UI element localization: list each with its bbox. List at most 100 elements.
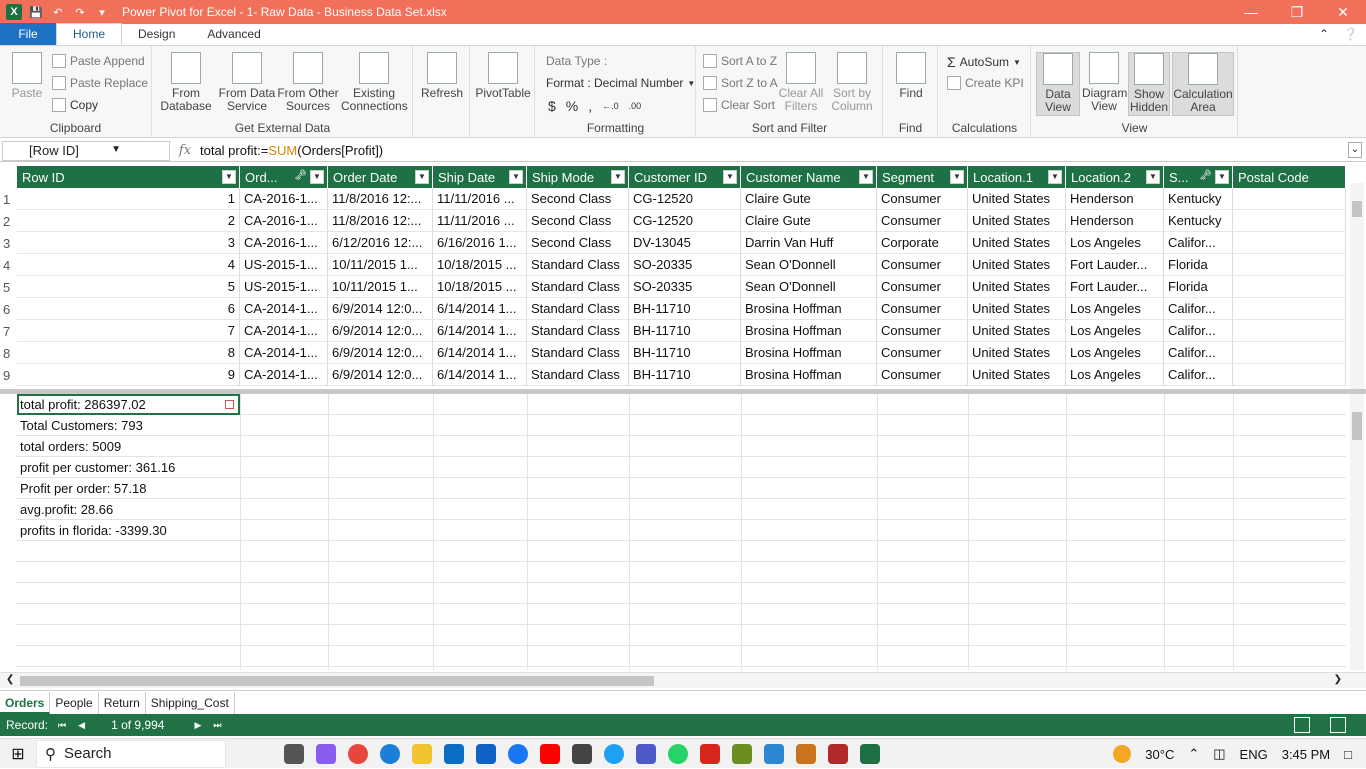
table-cell[interactable] [1233, 364, 1346, 386]
table-cell[interactable]: Consumer [877, 320, 968, 342]
next-record-icon[interactable]: ▶ [194, 720, 201, 731]
function-icon[interactable]: fx [170, 143, 200, 158]
table-cell[interactable]: Claire Gute [741, 188, 877, 210]
column-header-order-date[interactable]: Order Date ▼ [328, 166, 433, 188]
table-cell[interactable]: 11/11/2016 ... [433, 210, 527, 232]
row-number[interactable]: 1 [0, 192, 17, 207]
table-cell[interactable]: 6/9/2014 12:0... [328, 298, 433, 320]
row-number[interactable]: 8 [0, 346, 17, 361]
find-button[interactable]: Find [890, 52, 932, 100]
chrome-icon[interactable] [348, 743, 368, 764]
excel-icon[interactable] [860, 743, 880, 764]
table-cell[interactable]: US-2015-1... [240, 276, 328, 298]
percent-button[interactable]: % [566, 98, 578, 114]
table-cell[interactable]: 10/18/2015 ... [433, 276, 527, 298]
help-icon[interactable]: ❔ [1343, 27, 1358, 41]
row-number[interactable]: 5 [0, 280, 17, 295]
customize-toolbar-icon[interactable]: ▾ [94, 4, 110, 20]
save-icon[interactable]: 💾 [28, 4, 44, 20]
table-cell[interactable]: 10/11/2015 1... [328, 254, 433, 276]
measure-cell[interactable]: Profit per order: 57.18 [20, 478, 146, 499]
table-cell[interactable] [1233, 188, 1346, 210]
scroll-left-icon[interactable]: ❮ [6, 674, 14, 685]
table-cell[interactable]: DV-13045 [629, 232, 741, 254]
table-cell[interactable]: United States [968, 298, 1066, 320]
paste-append-button[interactable]: Paste Append [52, 54, 145, 68]
app-icon[interactable] [732, 743, 752, 764]
table-cell[interactable]: Second Class [527, 210, 629, 232]
table-cell[interactable]: 2 [17, 210, 240, 232]
refresh-button[interactable]: Refresh [420, 52, 464, 100]
table-cell[interactable]: Los Angeles [1066, 320, 1164, 342]
table-cell[interactable]: BH-11710 [629, 342, 741, 364]
undo-icon[interactable]: ↶ [50, 4, 66, 20]
table-cell[interactable]: Sean O'Donnell [741, 254, 877, 276]
table-cell[interactable]: Fort Lauder... [1066, 254, 1164, 276]
table-cell[interactable]: CG-12520 [629, 210, 741, 232]
increase-decimal-button[interactable]: ←.0 [602, 101, 619, 111]
table-cell[interactable]: SO-20335 [629, 276, 741, 298]
formula-input[interactable]: total profit:=SUM(Orders[Profit]) [200, 143, 383, 158]
sheet-tab-people[interactable]: People [50, 691, 99, 714]
tab-file[interactable]: File [0, 23, 56, 45]
table-cell[interactable]: Kentucky [1164, 188, 1233, 210]
close-button[interactable]: ✕ [1320, 0, 1366, 24]
table-cell[interactable]: United States [968, 320, 1066, 342]
paste-button[interactable]: Paste [8, 52, 46, 100]
filter-dropdown-icon[interactable]: ▼ [415, 170, 429, 184]
column-header-ship-date[interactable]: Ship Date ▼ [433, 166, 527, 188]
sort-a-to-z-button[interactable]: Sort A to Z [703, 54, 777, 68]
table-cell[interactable]: United States [968, 232, 1066, 254]
table-cell[interactable]: 11/8/2016 12:... [328, 188, 433, 210]
filter-dropdown-icon[interactable]: ▼ [222, 170, 236, 184]
table-cell[interactable] [1233, 232, 1346, 254]
store-icon[interactable] [444, 743, 464, 764]
table-cell[interactable]: Los Angeles [1066, 298, 1164, 320]
measure-cell[interactable]: total profit: 286397.02 [20, 394, 146, 415]
table-cell[interactable]: Florida [1164, 276, 1233, 298]
from-data-service-button[interactable]: From Data Service [217, 52, 277, 113]
row-number[interactable]: 4 [0, 258, 17, 273]
sort-z-to-a-button[interactable]: Sort Z to A [703, 76, 778, 90]
chevron-up-icon[interactable]: ⌃ [1188, 746, 1199, 762]
table-cell[interactable]: Henderson [1066, 188, 1164, 210]
table-cell[interactable]: 1 [17, 188, 240, 210]
previous-record-icon[interactable]: ◀ [78, 720, 85, 731]
row-number[interactable]: 7 [0, 324, 17, 339]
clock[interactable]: 3:45 PM [1282, 747, 1330, 762]
table-cell[interactable]: Standard Class [527, 342, 629, 364]
first-record-icon[interactable]: ⏮ [58, 720, 66, 731]
table-cell[interactable]: Claire Gute [741, 210, 877, 232]
name-box[interactable]: [Row ID] ▼ [2, 140, 170, 161]
calc-vertical-scrollbar[interactable] [1350, 394, 1364, 670]
table-cell[interactable]: Los Angeles [1066, 232, 1164, 254]
table-cell[interactable]: BH-11710 [629, 320, 741, 342]
table-cell[interactable]: Brosina Hoffman [741, 298, 877, 320]
table-cell[interactable] [1233, 298, 1346, 320]
table-cell[interactable]: United States [968, 210, 1066, 232]
format-dropdown[interactable]: Format : Decimal Number ▼ [546, 76, 695, 90]
column-header-location-2[interactable]: Location.2 ▼ [1066, 166, 1164, 188]
table-cell[interactable] [1233, 320, 1346, 342]
notifications-icon[interactable]: □ [1344, 747, 1352, 762]
copilot-icon[interactable] [316, 743, 336, 764]
table-cell[interactable]: BH-11710 [629, 364, 741, 386]
table-cell[interactable]: Henderson [1066, 210, 1164, 232]
filter-dropdown-icon[interactable]: ▼ [950, 170, 964, 184]
data-type-dropdown[interactable]: Data Type : [546, 54, 607, 68]
filter-dropdown-icon[interactable]: ▼ [509, 170, 523, 184]
table-cell[interactable]: Consumer [877, 188, 968, 210]
column-header-segment[interactable]: Segment ▼ [877, 166, 968, 188]
table-cell[interactable]: 5 [17, 276, 240, 298]
from-other-sources-button[interactable]: From Other Sources [277, 52, 339, 113]
measure-cell[interactable]: Total Customers: 793 [20, 415, 143, 436]
table-cell[interactable]: United States [968, 276, 1066, 298]
measure-cell[interactable]: profits in florida: -3399.30 [20, 520, 167, 541]
autosum-button[interactable]: Σ AutoSum ▼ [947, 54, 1021, 70]
table-cell[interactable]: Brosina Hoffman [741, 364, 877, 386]
horizontal-scrollbar[interactable]: ❮ ❯ [0, 672, 1366, 688]
comma-button[interactable]: , [588, 98, 592, 114]
clear-all-filters-button[interactable]: Clear All Filters [777, 52, 825, 113]
whatsapp-icon[interactable] [668, 743, 688, 764]
table-cell[interactable]: Fort Lauder... [1066, 276, 1164, 298]
